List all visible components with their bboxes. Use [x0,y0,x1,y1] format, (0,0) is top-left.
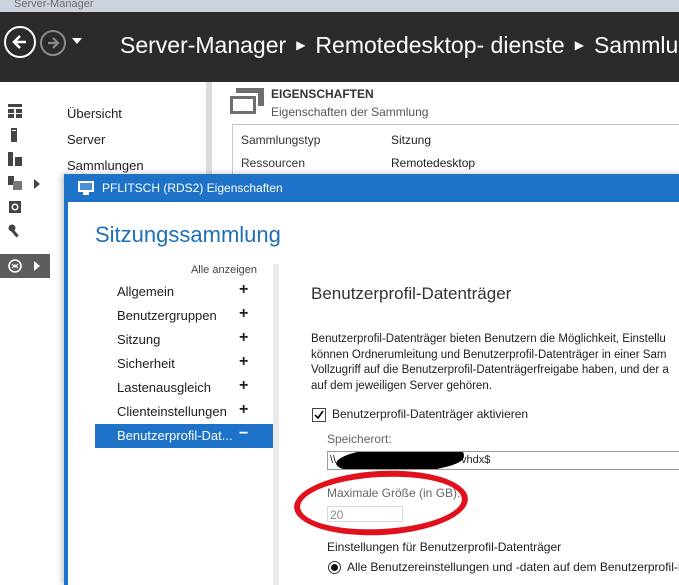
all-servers-nav[interactable] [0,148,50,172]
remote-desktop-app-icon [78,181,94,195]
breadcrumb-item[interactable]: Remotedesktop- dienste [315,32,564,58]
description-line: Benutzerprofil-Datenträger bieten Benutz… [311,333,666,345]
dialog-heading: Sitzungssammlung [95,222,281,247]
location-label: Speicherort: [327,432,392,446]
server-icon [11,128,17,142]
arrow-left-icon [12,35,26,49]
file-services-icon [8,176,22,190]
store-all-settings-radio[interactable] [328,561,341,574]
enable-upd-checkbox[interactable] [312,408,326,422]
dialog-nav: Alle anzeigen Allgemein + Benutzergruppe… [95,264,273,585]
property-label: Ressourcen [241,156,306,170]
expand-plus-icon[interactable]: + [239,353,248,371]
property-value: Sitzung [391,133,432,147]
radio-selected-dot [331,564,338,571]
nav-item-label: Lastenausgleich [117,380,211,395]
nav-item-security[interactable]: Sicherheit + [95,352,273,376]
nav-item-user-groups[interactable]: Benutzergruppen + [95,304,273,328]
property-label: Sammlungstyp [241,133,321,147]
nav-item-general[interactable]: Allgemein + [95,280,273,304]
redaction-mark [335,452,465,469]
dashboard-icon [8,104,22,118]
key-icon [8,224,19,238]
collapse-minus-icon[interactable]: − [239,425,248,443]
rds-licensing-nav[interactable] [0,220,50,244]
breadcrumb-separator-icon: ▶ [296,38,306,52]
location-input[interactable]: \\ vhdx$ [327,451,679,470]
dialog-title: PFLITSCH (RDS2) Eigenschaften [102,181,283,195]
iis-icon [9,201,21,213]
left-icon-bar [0,82,50,585]
servers-icon [8,152,22,166]
property-value: Remotedesktop [391,156,476,170]
breadcrumb-item[interactable]: Sammlun [594,32,679,58]
breadcrumb-separator-icon: ▶ [574,38,584,52]
properties-subtitle: Eigenschaften der Sammlung [271,105,429,119]
location-prefix: \\ [330,454,337,466]
expand-arrow-icon[interactable] [34,261,40,271]
arrow-right-icon [48,37,60,49]
history-dropdown-icon[interactable] [72,38,82,44]
user-profile-disks-panel: Benutzerprofil-Datenträger Benutzerprofi… [279,264,679,585]
properties-icon [230,88,264,114]
dashboard-nav[interactable] [0,100,50,124]
subnav-item-collections[interactable]: Sammlungen [67,158,144,173]
rds-subnav: Übersicht Server Sammlungen [50,82,206,182]
nav-item-label: Benutzerprofil-Dat... [117,428,233,443]
expand-arrow-icon[interactable] [34,179,40,189]
nav-item-label: Benutzergruppen [117,308,217,323]
location-suffix: vhdx$ [461,454,491,466]
properties-title: EIGENSCHAFTEN [271,87,374,101]
breadcrumb: Server-Manager ▶ Remotedesktop- dienste ▶ Sa… [120,32,679,59]
breadcrumb-item[interactable]: Server-Manager [120,32,286,58]
expand-plus-icon[interactable]: + [239,281,248,299]
nav-item-label: Clienteinstellungen [117,404,227,419]
section-title: Benutzerprofil-Datenträger [311,284,512,303]
nav-item-session[interactable]: Sitzung + [95,328,273,352]
description-line: auf dem jeweiligen Server gehören. [311,379,492,392]
enable-upd-label[interactable]: Benutzerprofil-Datenträger aktivieren [332,407,528,421]
expand-plus-icon[interactable]: + [239,401,248,419]
nav-item-user-profile-disks[interactable]: Benutzerprofil-Dat... − [95,424,273,448]
file-services-nav[interactable] [0,172,50,196]
window-title: Server-Manager [14,0,94,10]
section-description: Benutzerprofil-Datenträger bieten Benutz… [311,332,679,394]
local-server-nav[interactable] [0,124,50,148]
upd-settings-label: Einstellungen für Benutzerprofil-Datentr… [327,540,562,554]
expand-plus-icon[interactable]: + [239,377,248,395]
dialog-titlebar[interactable]: PFLITSCH (RDS2) Eigenschaften [68,174,679,202]
nav-item-label: Sitzung [117,332,161,347]
description-line: können Ordnerumleitung und Benutzerprofi… [311,348,667,361]
checkmark-icon [314,410,324,420]
remote-desktop-icon [8,259,22,273]
expand-plus-icon[interactable]: + [239,305,248,323]
pane-divider[interactable] [206,82,212,182]
show-all-link[interactable]: Alle anzeigen [191,264,257,276]
forward-button[interactable] [40,30,66,56]
app-header: Server-Manager ▶ Remotedesktop- dienste ▶ Sa… [0,12,679,82]
store-all-settings-label[interactable]: Alle Benutzereinstellungen und -daten au… [347,560,679,574]
subnav-item-servers[interactable]: Server [67,132,105,147]
nav-item-label: Allgemein [117,284,175,299]
expand-plus-icon[interactable]: + [239,329,248,347]
nav-item-load-balancing[interactable]: Lastenausgleich + [95,376,273,400]
iis-nav[interactable] [0,196,50,220]
description-line: Vollzugriff auf die Benutzerprofil-Daten… [311,364,669,376]
nav-item-label: Sicherheit [117,356,175,371]
subnav-item-overview[interactable]: Übersicht [67,106,122,121]
nav-item-client-settings[interactable]: Clienteinstellungen + [95,400,273,424]
back-button[interactable] [4,26,36,58]
window-titlebar: Server-Manager [0,0,679,12]
remote-desktop-services-nav[interactable] [0,254,50,278]
